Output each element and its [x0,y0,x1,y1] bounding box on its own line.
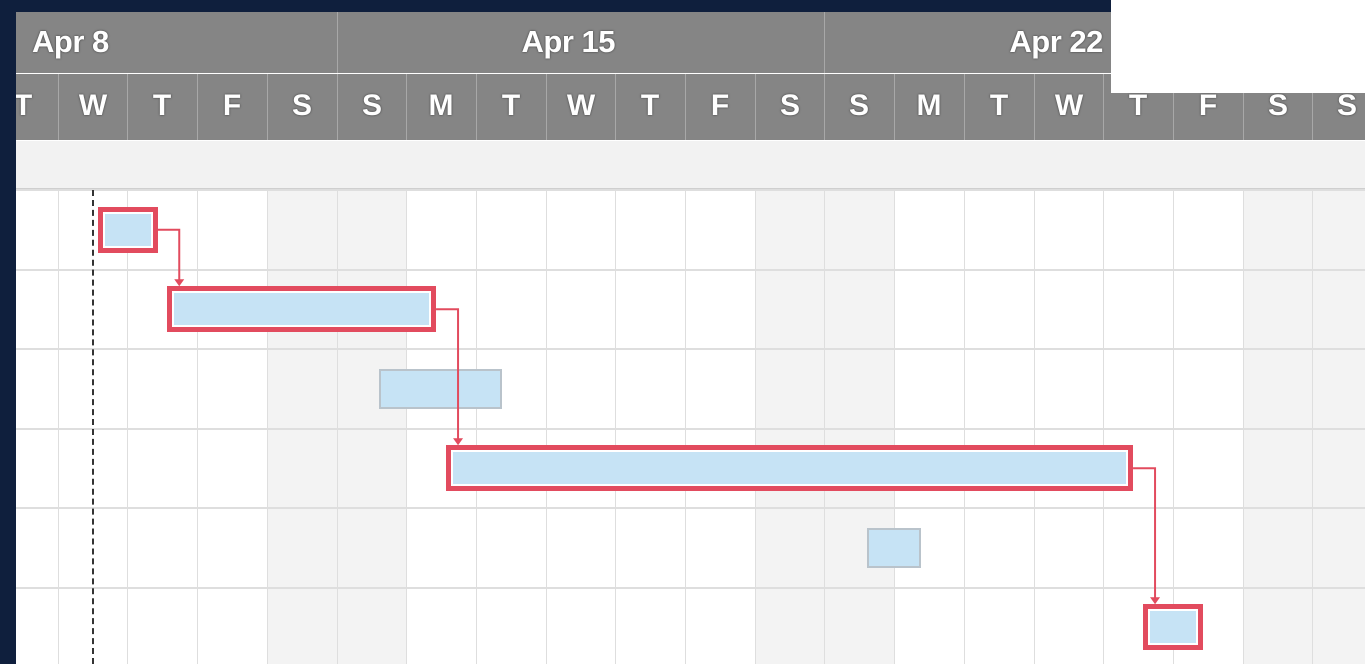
day-label: M [916,89,942,122]
dependency-connector [1133,467,1157,601]
dependency-connector [436,308,460,442]
day-label: S [1336,89,1357,122]
day-separator [267,74,268,140]
day-label: S [361,89,382,122]
dependency-layer [157,228,1161,605]
day-label: S [779,89,800,122]
day-label: T [501,89,521,122]
day-separator [406,74,407,140]
day-label: W [566,89,596,122]
gantt-chart: Apr 8 Apr 15 Apr 22 T W T F S S M T W T F S S M T W T F S S [16,12,1365,664]
dependency-connector [157,228,181,283]
day-separator [197,74,198,140]
day-label: T [640,89,660,122]
week-label: Apr 22 [1009,24,1103,59]
day-separator [127,74,128,140]
timeline-grid [16,189,1365,664]
day-label: W [1054,89,1084,122]
day-label: F [1198,89,1218,122]
day-separator [1034,74,1035,140]
summary-row [16,141,1365,190]
day-label: T [152,89,172,122]
day-label: T [1128,89,1148,122]
day-separator [894,74,895,140]
day-separator [615,74,616,140]
day-separator [755,74,756,140]
day-label: S [1267,89,1288,122]
day-label: T [989,89,1009,122]
dependency-arrowhead [174,279,185,287]
day-separator [546,74,547,140]
day-separator [685,74,686,140]
week-separator [337,12,338,73]
day-label: S [848,89,869,122]
overlay-panel [1111,0,1365,93]
day-label: M [428,89,454,122]
day-label: F [222,89,242,122]
day-separator [824,74,825,140]
day-separator [476,74,477,140]
day-label: T [16,89,33,122]
dependency-arrowhead [1150,597,1161,605]
day-separator [337,74,338,140]
day-separator [964,74,965,140]
week-label: Apr 8 [32,24,109,59]
day-label: W [78,89,108,122]
day-label: F [710,89,730,122]
week-separator [824,12,825,73]
dependency-arrowhead [453,438,464,446]
week-label: Apr 15 [521,24,616,59]
day-separator [1103,74,1104,140]
day-label: S [291,89,312,122]
day-separator [58,74,59,140]
